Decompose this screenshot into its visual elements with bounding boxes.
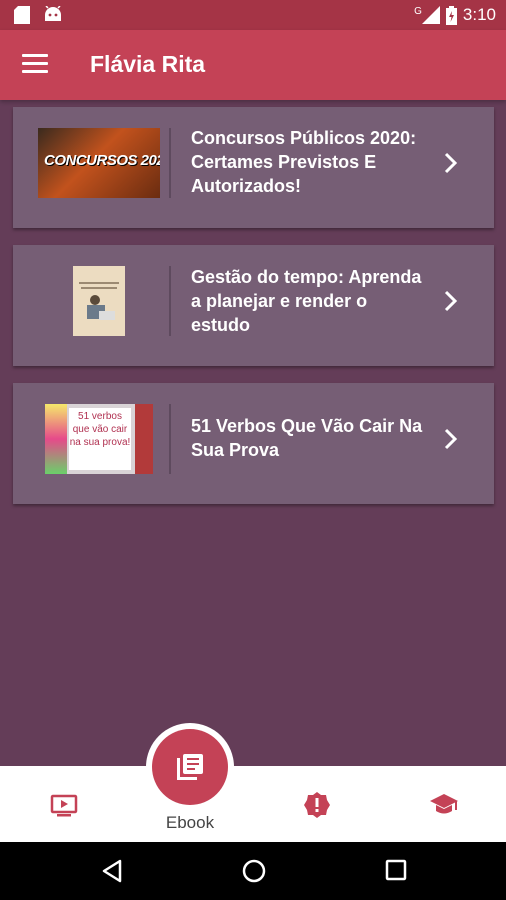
study-illustration-icon [73, 266, 125, 336]
status-bar: G 3:10 [0, 0, 506, 30]
graduation-cap-icon[interactable] [429, 790, 459, 820]
menu-icon[interactable] [22, 54, 48, 74]
card-divider [169, 404, 171, 474]
ebook-thumbnail-1: CONCURSOS 2020 [38, 128, 160, 198]
android-icon [45, 6, 61, 21]
bottom-navigation [0, 766, 506, 842]
ebook-title-3: 51 Verbos Que Vão Cair Na Sua Prova [191, 416, 423, 460]
ebook-card-1[interactable]: CONCURSOS 2020 Concursos Públicos 2020: … [13, 107, 494, 228]
chevron-right-icon [444, 290, 458, 312]
ebook-card-2[interactable]: Gestão do tempo: Aprenda a planejar e re… [13, 245, 494, 366]
system-navigation-bar [0, 842, 506, 900]
back-icon[interactable] [101, 859, 123, 883]
card-divider [169, 128, 171, 198]
ebook-tab-label: Ebook [165, 813, 215, 832]
battery-icon [445, 5, 457, 25]
chevron-right-icon [444, 428, 458, 450]
video-icon[interactable] [49, 790, 79, 820]
sd-card-icon [14, 6, 30, 24]
recent-apps-icon[interactable] [385, 859, 407, 881]
ebook-icon [177, 754, 203, 780]
ebook-button[interactable] [152, 729, 228, 805]
thumbnail-text-3: 51 verbos que vão cair na sua prova! [69, 408, 131, 470]
thumbnail-text-1: CONCURSOS 2020 [44, 152, 160, 169]
ebook-thumbnail-3: 51 verbos que vão cair na sua prova! [45, 404, 153, 474]
home-icon[interactable] [242, 859, 266, 883]
alert-icon[interactable] [302, 790, 332, 820]
app-bar: Flávia Rita [0, 30, 506, 100]
card-divider [169, 266, 171, 336]
status-time: 3:10 [462, 5, 496, 24]
chevron-right-icon [444, 152, 458, 174]
ebook-fab-container [146, 723, 234, 811]
ebook-thumbnail-2 [73, 266, 125, 336]
network-type: G [414, 5, 422, 17]
signal-icon [421, 6, 440, 24]
ebook-title-1: Concursos Públicos 2020: Certames Previs… [191, 128, 417, 196]
ebook-card-3[interactable]: 51 verbos que vão cair na sua prova! 51 … [13, 383, 494, 504]
ebook-title-2: Gestão do tempo: Aprenda a planejar e re… [191, 267, 422, 335]
app-title: Flávia Rita [90, 51, 206, 77]
